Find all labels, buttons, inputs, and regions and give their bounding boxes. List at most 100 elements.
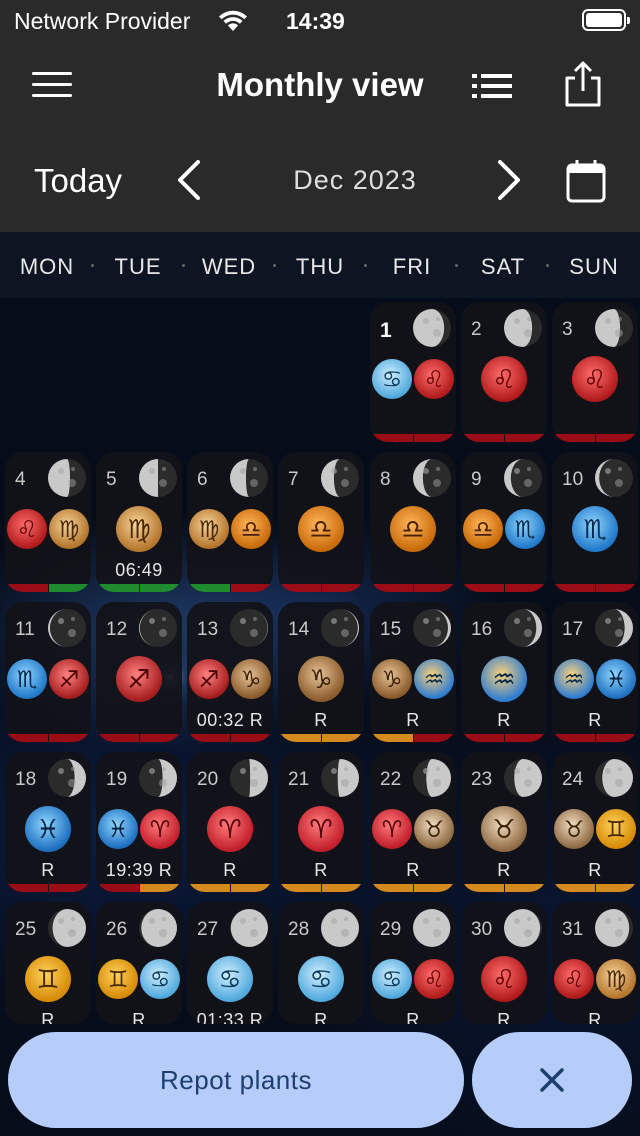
calendar-day-cell[interactable]: 29 ♋ ♌ R	[370, 902, 456, 1024]
calendar-day-cell[interactable]: 23 ♉ R	[461, 752, 547, 892]
gardening-indicator-bar	[370, 884, 413, 892]
calendar-day-cell[interactable]: 18 ♓ R	[5, 752, 91, 892]
clock-label: 14:39	[286, 8, 345, 34]
moon-phase-icon	[138, 758, 178, 798]
day-note: R	[406, 1010, 420, 1024]
calendar-day-cell[interactable]: 9 ♎ ♏	[461, 452, 547, 592]
day-number: 11	[15, 619, 35, 640]
day-note: 00:32 R	[196, 710, 264, 730]
share-icon[interactable]	[562, 60, 604, 108]
moon-phase-icon	[412, 758, 452, 798]
day-number: 14	[288, 619, 310, 640]
close-icon	[540, 1068, 564, 1092]
close-button[interactable]	[472, 1032, 632, 1128]
capricorn-zodiac-icon: ♑	[372, 659, 412, 699]
gardening-indicator-bar	[231, 884, 273, 892]
day-note: R	[314, 860, 328, 880]
gardening-indicator-bar	[505, 584, 547, 592]
moon-phase-icon	[412, 308, 452, 348]
calendar-day-cell[interactable]: 28 ♋ R	[278, 902, 364, 1024]
moon-phase-icon	[47, 758, 87, 798]
calendar-day-cell[interactable]: 10 ♏	[552, 452, 638, 592]
day-note: R	[588, 710, 602, 730]
list-view-icon[interactable]	[472, 71, 512, 101]
calendar-day-cell[interactable]: 17 ♒ ♓ R	[552, 602, 638, 742]
weekday-label: FRI	[392, 254, 432, 279]
libra-zodiac-icon: ♎	[390, 506, 436, 552]
calendar-day-cell[interactable]: 3 ♌	[552, 302, 638, 442]
day-note: R	[41, 1010, 55, 1024]
gardening-indicator-bar	[414, 884, 456, 892]
today-button[interactable]: Today	[34, 162, 122, 200]
moon-phase-icon	[320, 758, 360, 798]
pisces-zodiac-icon: ♓	[98, 809, 138, 849]
day-number: 7	[288, 469, 299, 490]
day-number: 9	[471, 469, 482, 490]
day-number: 12	[106, 619, 128, 640]
gardening-indicator-bar	[370, 584, 413, 592]
chevron-right-icon[interactable]	[492, 158, 526, 202]
moon-phase-icon	[320, 908, 360, 948]
calendar-day-cell[interactable]: 2 ♌	[461, 302, 547, 442]
day-number: 8	[380, 469, 391, 490]
aries-zodiac-icon: ♈	[140, 809, 180, 849]
calendar-day-cell[interactable]: 13 ♐ ♑ 00:32 R	[187, 602, 273, 742]
gardening-indicator-bar	[596, 434, 638, 442]
calendar-day-cell[interactable]: 21 ♈ R	[278, 752, 364, 892]
gardening-indicator-bar	[596, 734, 638, 742]
moon-phase-icon	[412, 458, 452, 498]
calendar-day-cell[interactable]: 24 ♉ ♊ R	[552, 752, 638, 892]
day-number: 30	[471, 919, 493, 940]
page-title: Monthly view	[216, 66, 424, 103]
day-note: R	[406, 710, 420, 730]
calendar-day-cell[interactable]: 11 ♏ ♐	[5, 602, 91, 742]
calendar-day-cell[interactable]: 6 ♍ ♎	[187, 452, 273, 592]
calendar-day-cell[interactable]: 4 ♌ ♍	[5, 452, 91, 592]
cancer-zodiac-icon: ♋	[372, 359, 412, 399]
day-note: 19:39 R	[105, 860, 173, 880]
day-number: 13	[197, 619, 219, 640]
cancer-zodiac-icon: ♋	[298, 956, 344, 1002]
calendar-icon[interactable]	[565, 158, 607, 204]
calendar-day-cell[interactable]: 30 ♌ R	[461, 902, 547, 1024]
calendar-day-cell[interactable]: 14 ♑ R	[278, 602, 364, 742]
day-number: 23	[471, 769, 493, 790]
repot-plants-button[interactable]: Repot plants	[8, 1032, 464, 1128]
calendar-day-cell[interactable]: 25 ♊ R	[5, 902, 91, 1024]
sagittarius-zodiac-icon: ♐	[49, 659, 89, 699]
day-note: R	[132, 1010, 146, 1024]
libra-zodiac-icon: ♎	[463, 509, 503, 549]
weekday-label: SUN	[569, 254, 619, 279]
calendar-day-cell[interactable]: 5 ♍ 06:49	[96, 452, 182, 592]
weekday-label: MON	[19, 254, 75, 279]
pisces-zodiac-icon: ♓	[596, 659, 636, 699]
virgo-zodiac-icon: ♍	[189, 509, 229, 549]
wifi-icon	[219, 10, 247, 31]
calendar-day-cell[interactable]: 1 ♋ ♌	[370, 302, 456, 442]
calendar-day-cell[interactable]: 26 ♊ ♋ R	[96, 902, 182, 1024]
gardening-indicator-bar	[5, 734, 48, 742]
calendar-day-cell[interactable]: 8 ♎	[370, 452, 456, 592]
calendar-day-cell[interactable]: 22 ♈ ♉ R	[370, 752, 456, 892]
sagittarius-zodiac-icon: ♐	[189, 659, 229, 699]
moon-phase-icon	[594, 308, 634, 348]
calendar-day-cell[interactable]: 15 ♑ ♒ R	[370, 602, 456, 742]
calendar-day-cell[interactable]: 19 ♓ ♈ 19:39 R	[96, 752, 182, 892]
calendar-day-cell[interactable]: 27 ♋ 01:33 R	[187, 902, 273, 1024]
leo-zodiac-icon: ♌	[481, 356, 527, 402]
calendar-day-cell[interactable]: 31 ♌ ♍ R	[552, 902, 638, 1024]
moon-phase-icon	[503, 458, 543, 498]
virgo-zodiac-icon: ♍	[116, 506, 162, 552]
moon-phase-icon	[229, 908, 269, 948]
calendar-day-cell[interactable]: 16 ♒ R	[461, 602, 547, 742]
gardening-indicator-bar	[552, 734, 595, 742]
calendar-day-cell[interactable]: 20 ♈ R	[187, 752, 273, 892]
gardening-indicator-bar	[187, 884, 230, 892]
calendar-day-cell[interactable]: 7 ♎	[278, 452, 364, 592]
calendar-day-cell[interactable]: 12 ♐	[96, 602, 182, 742]
carrier-label: Network Provider	[14, 8, 191, 34]
gardening-indicator-bar	[140, 584, 182, 592]
day-number: 27	[197, 919, 219, 940]
chevron-left-icon[interactable]	[172, 158, 206, 202]
virgo-zodiac-icon: ♍	[49, 509, 89, 549]
